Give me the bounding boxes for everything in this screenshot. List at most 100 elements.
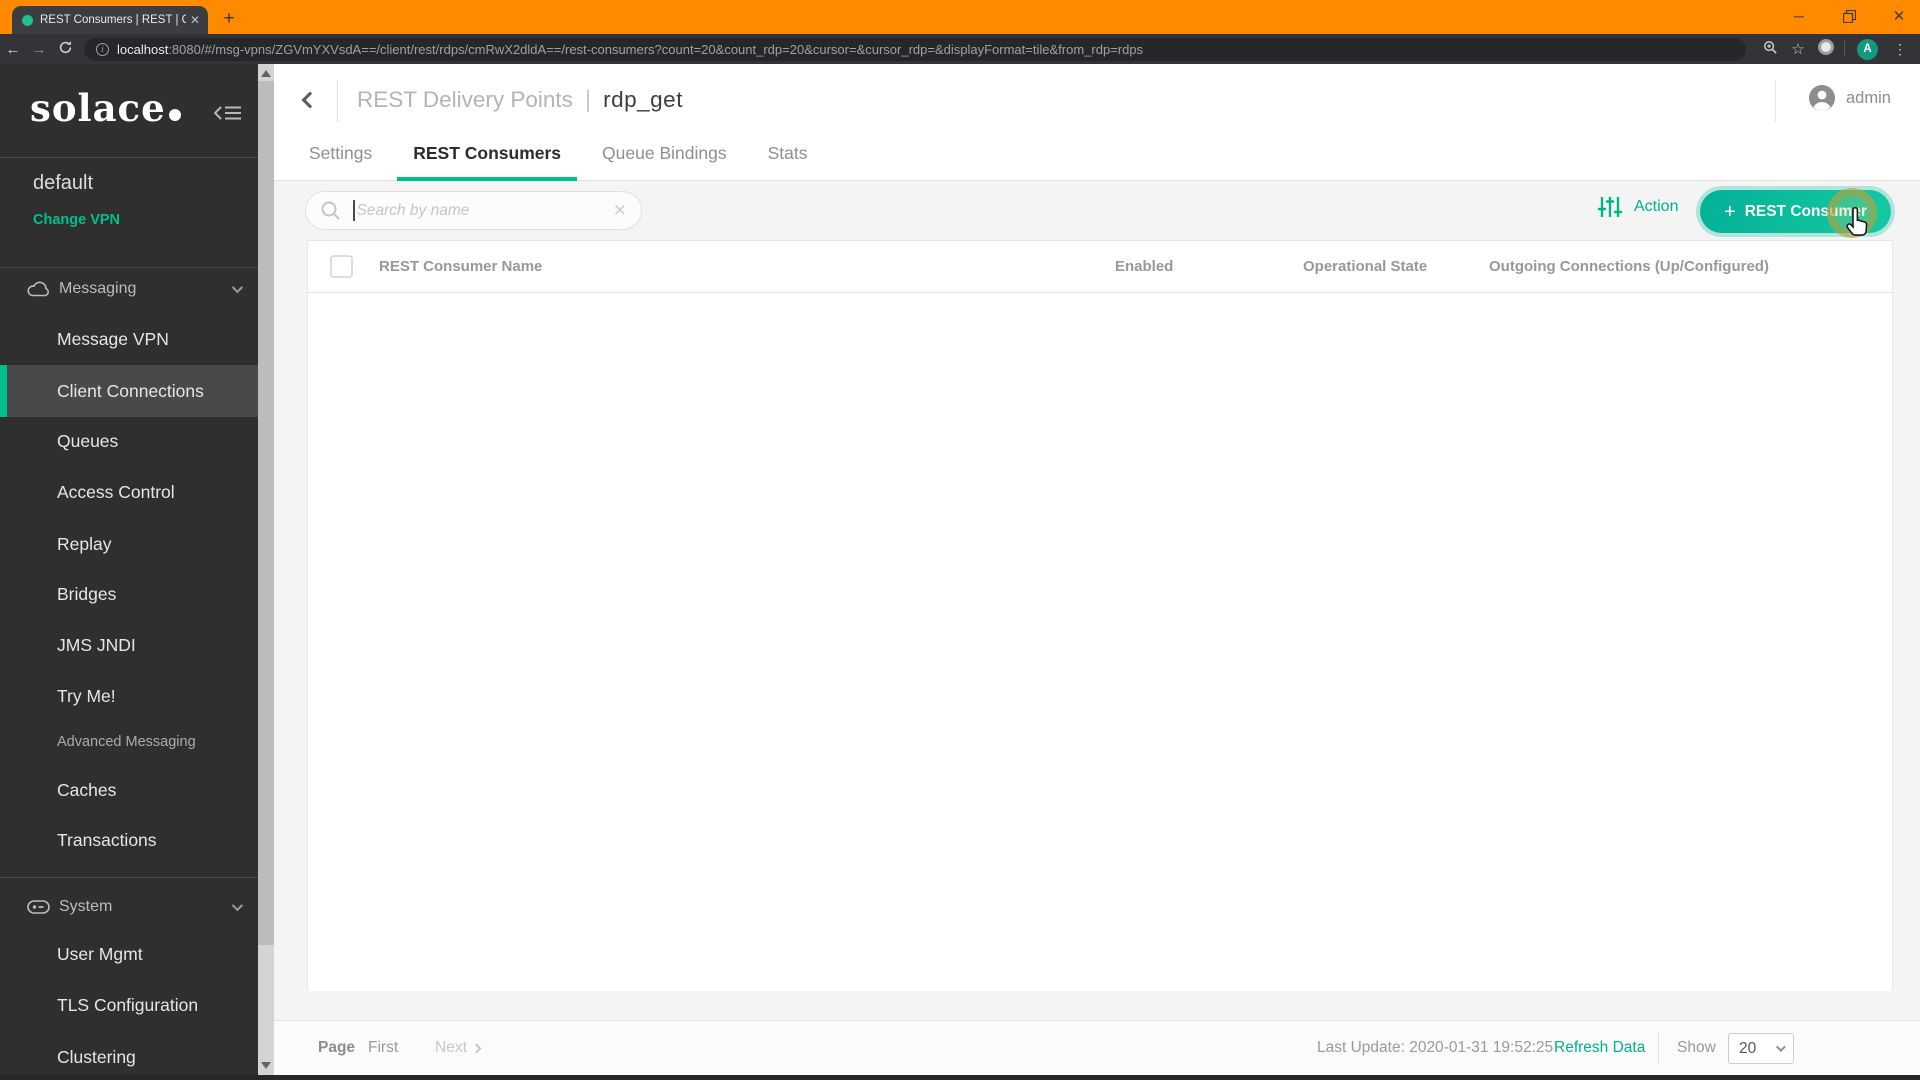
extension-icon[interactable] bbox=[1812, 39, 1840, 59]
refresh-data-link[interactable]: Refresh Data bbox=[1554, 1039, 1645, 1057]
table-header-row: REST Consumer Name Enabled Operational S… bbox=[308, 241, 1892, 293]
tab-bar: Settings REST Consumers Queue Bindings S… bbox=[274, 127, 848, 181]
select-all-checkbox[interactable] bbox=[330, 255, 353, 278]
info-icon[interactable]: i bbox=[96, 42, 109, 56]
sidebar-item-bridges[interactable]: Bridges bbox=[0, 570, 258, 618]
browser-toolbar: ← → i localhost:8080/#/msg-vpns/ZGVmYXVs… bbox=[0, 34, 1920, 64]
next-page-link[interactable]: Next bbox=[435, 1039, 482, 1057]
sidebar-item-caches[interactable]: Caches bbox=[0, 766, 258, 814]
breadcrumb-separator: | bbox=[584, 86, 592, 113]
add-rest-consumer-button[interactable]: + REST Consumer bbox=[1700, 190, 1891, 233]
sidebar-divider bbox=[0, 877, 258, 878]
table-body-empty bbox=[308, 293, 1892, 991]
browser-tab[interactable]: REST Consumers | REST | Client C ✕ bbox=[12, 6, 208, 34]
new-tab-icon[interactable]: + bbox=[216, 7, 242, 31]
restore-icon[interactable] bbox=[1826, 0, 1872, 32]
toolbar-divider bbox=[1844, 41, 1845, 57]
next-chevron-icon bbox=[471, 1043, 482, 1053]
column-header: Operational State bbox=[1303, 258, 1428, 275]
tab-stats[interactable]: Stats bbox=[768, 127, 808, 180]
sidebar-item-access-control[interactable]: Access Control bbox=[0, 468, 258, 516]
collapse-sidebar-icon[interactable] bbox=[213, 104, 242, 127]
user-icon bbox=[1809, 85, 1835, 111]
sidebar-item-queues[interactable]: Queues bbox=[0, 417, 258, 465]
sidebar-item-transactions[interactable]: Transactions bbox=[0, 816, 258, 864]
url-bar[interactable]: i localhost:8080/#/msg-vpns/ZGVmYXVsdA==… bbox=[84, 37, 1746, 61]
sidebar-item-message-vpn[interactable]: Message VPN bbox=[0, 315, 258, 363]
header-divider bbox=[337, 80, 338, 122]
sidebar-section-messaging[interactable]: Messaging bbox=[0, 269, 258, 309]
url-text: localhost:8080/#/msg-vpns/ZGVmYXVsdA==/c… bbox=[117, 41, 1144, 57]
sidebar-item-tls-configuration[interactable]: TLS Configuration bbox=[0, 981, 258, 1029]
back-button[interactable] bbox=[296, 86, 326, 116]
page-header: REST Delivery Points | rdp_get admin Set… bbox=[274, 64, 1920, 181]
text-caret bbox=[353, 200, 355, 221]
cloud-icon bbox=[27, 281, 49, 297]
sidebar-item-replay[interactable]: Replay bbox=[0, 520, 258, 568]
breadcrumb-parent[interactable]: REST Delivery Points bbox=[357, 87, 573, 113]
logo-dot-icon bbox=[168, 109, 181, 121]
sidebar-item-user-mgmt[interactable]: User Mgmt bbox=[0, 930, 258, 978]
sidebar-item-try-me[interactable]: Try Me! bbox=[0, 672, 258, 720]
last-update-text: Last Update: 2020-01-31 19:52:25 bbox=[1317, 1039, 1554, 1056]
page-title: rdp_get bbox=[603, 87, 683, 112]
sidebar-item-client-connections[interactable]: Client Connections bbox=[0, 365, 258, 417]
action-label: Action bbox=[1634, 198, 1679, 215]
sidebar-item-jms-jndi[interactable]: JMS JNDI bbox=[0, 621, 258, 669]
sidebar: solace default Change VPN Messaging Mess… bbox=[0, 64, 258, 1075]
system-chip-icon bbox=[27, 900, 50, 914]
scrollbar-up-icon[interactable] bbox=[261, 70, 271, 77]
search-icon bbox=[321, 201, 340, 220]
column-header: Outgoing Connections (Up/Configured) bbox=[1489, 258, 1769, 275]
sidebar-section-label: System bbox=[59, 898, 113, 915]
back-chevron-icon bbox=[301, 91, 319, 109]
minimize-icon[interactable]: ─ bbox=[1776, 0, 1822, 32]
app-window: REST Consumers | REST | Client C ✕ + ─ ✕… bbox=[0, 0, 1920, 1080]
footer-divider bbox=[1658, 1031, 1659, 1065]
reload-icon[interactable] bbox=[52, 40, 78, 59]
search-input[interactable] bbox=[356, 201, 613, 220]
column-header: REST Consumer Name bbox=[379, 258, 543, 275]
user-menu[interactable]: admin bbox=[1808, 84, 1891, 112]
forward-icon[interactable]: → bbox=[26, 41, 52, 58]
scrollbar-down-icon[interactable] bbox=[261, 1062, 271, 1069]
window-bottom-edge bbox=[0, 1075, 1920, 1080]
page-label: Page bbox=[318, 1039, 356, 1056]
page-size-select[interactable]: 20 bbox=[1728, 1033, 1794, 1064]
zoom-icon[interactable] bbox=[1756, 40, 1784, 59]
solace-logo: solace bbox=[30, 86, 181, 130]
browser-profile-avatar[interactable]: A bbox=[1857, 38, 1878, 60]
tab-title: REST Consumers | REST | Client C bbox=[40, 14, 186, 26]
action-menu[interactable]: Action bbox=[1598, 196, 1678, 218]
tab-close-icon[interactable]: ✕ bbox=[190, 14, 200, 26]
tab-queue-bindings[interactable]: Queue Bindings bbox=[602, 127, 727, 180]
menu-kebab-icon[interactable]: ⋮ bbox=[1886, 41, 1914, 58]
column-header: Enabled bbox=[1115, 258, 1174, 275]
rest-consumers-table: REST Consumer Name Enabled Operational S… bbox=[307, 240, 1893, 991]
bookmark-star-icon[interactable]: ☆ bbox=[1784, 40, 1812, 58]
scrollbar-thumb[interactable] bbox=[258, 81, 274, 945]
action-filter-icon bbox=[1598, 197, 1622, 217]
sidebar-item-clustering[interactable]: Clustering bbox=[0, 1033, 258, 1080]
favicon-dot-icon bbox=[22, 14, 33, 26]
change-vpn-link[interactable]: Change VPN bbox=[33, 212, 120, 228]
sidebar-item-advanced-messaging[interactable]: Advanced Messaging bbox=[0, 720, 258, 764]
sidebar-scrollbar[interactable] bbox=[258, 64, 274, 1075]
browser-titlebar: REST Consumers | REST | Client C ✕ + ─ ✕ bbox=[0, 0, 1920, 34]
back-icon[interactable]: ← bbox=[0, 41, 26, 58]
pagination-footer: Page First Next Last Update: 2020-01-31 … bbox=[274, 1020, 1920, 1075]
sidebar-divider bbox=[0, 267, 258, 268]
clear-search-icon[interactable]: ✕ bbox=[613, 201, 627, 221]
tab-settings[interactable]: Settings bbox=[309, 127, 372, 180]
chevron-down-icon bbox=[231, 281, 244, 294]
first-page-link[interactable]: First bbox=[368, 1039, 398, 1057]
sidebar-section-system[interactable]: System bbox=[0, 887, 258, 927]
sidebar-divider bbox=[0, 157, 258, 158]
close-icon[interactable]: ✕ bbox=[1876, 0, 1920, 32]
tab-rest-consumers[interactable]: REST Consumers bbox=[397, 127, 577, 181]
show-label: Show bbox=[1677, 1039, 1716, 1056]
plus-icon: + bbox=[1724, 200, 1736, 223]
search-box[interactable]: ✕ bbox=[305, 191, 642, 230]
username: admin bbox=[1846, 88, 1891, 107]
header-divider bbox=[1775, 80, 1776, 122]
